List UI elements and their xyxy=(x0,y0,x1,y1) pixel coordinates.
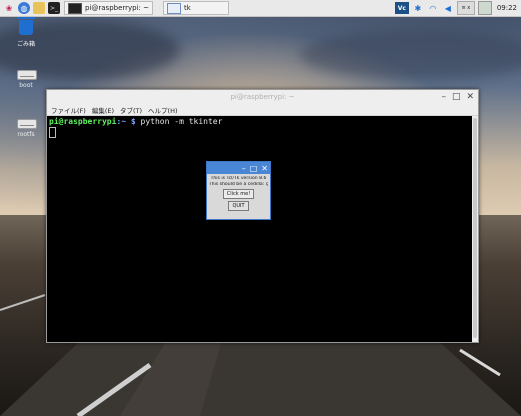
scrollbar-thumb[interactable] xyxy=(473,118,477,338)
terminal-menubar: ファイル(F) 編集(E) タブ(T) ヘルプ(H) xyxy=(47,104,478,116)
terminal-title: pi@raspberrypi: ~ xyxy=(230,93,295,101)
terminal-task-icon xyxy=(68,2,82,14)
tk-minimize-icon[interactable]: – xyxy=(242,164,246,173)
menu-edit[interactable]: 編集(E) xyxy=(92,105,114,115)
volume-icon[interactable]: ◀ xyxy=(442,2,454,14)
terminal-launcher-icon[interactable]: >_ xyxy=(48,2,60,14)
command-text: python -m tkinter xyxy=(140,117,223,126)
tk-close-icon[interactable]: ✕ xyxy=(261,164,268,173)
close-icon[interactable]: ✕ xyxy=(466,92,474,102)
file-manager-icon[interactable] xyxy=(33,2,45,14)
drive-icon xyxy=(17,119,37,129)
terminal-output[interactable]: pi@raspberrypi:~ $ python -m tkinter xyxy=(47,116,472,342)
cpu-monitor-icon xyxy=(477,1,492,15)
system-tray: Vc ✱ ◠ ◀ ≡ x 09:22 xyxy=(394,0,521,16)
tk-titlebar[interactable]: – □ ✕ xyxy=(207,162,270,174)
desktop-icon-label: rootfs xyxy=(17,131,35,138)
drive-icon xyxy=(17,70,37,80)
click-me-button[interactable]: Click me! xyxy=(222,189,255,199)
quit-button[interactable]: QUIT xyxy=(228,201,249,211)
minimize-icon[interactable]: – xyxy=(441,92,446,102)
taskbar-task-tk[interactable]: tk xyxy=(163,1,230,15)
tk-task-icon xyxy=(167,2,182,14)
text-cursor xyxy=(49,127,56,138)
trash-icon xyxy=(17,17,35,35)
keyboard-layout-icon[interactable]: ≡ x xyxy=(456,1,475,15)
vnc-icon[interactable]: Vc xyxy=(394,2,409,14)
desktop-icon-label: ごみ箱 xyxy=(16,41,35,48)
tk-maximize-icon[interactable]: □ xyxy=(250,164,258,173)
desktop-icon-label: boot xyxy=(19,82,33,89)
prompt-user: pi@raspberrypi xyxy=(49,117,117,126)
menu-help[interactable]: ヘルプ(H) xyxy=(148,105,177,115)
tk-cedilla-label: This should be a cedilla: ç xyxy=(208,182,269,187)
taskbar-task-label: pi@raspberrypi: ~ xyxy=(85,4,150,12)
wifi-icon[interactable]: ◠ xyxy=(427,2,439,14)
tk-version-label: This is Tcl/Tk version 8.6 xyxy=(210,176,267,181)
maximize-icon[interactable]: □ xyxy=(452,92,461,102)
raspberry-menu-icon[interactable]: ❀ xyxy=(3,2,15,14)
taskbar-task-label: tk xyxy=(184,4,191,12)
taskbar-task-terminal[interactable]: pi@raspberrypi: ~ xyxy=(64,1,154,15)
prompt-path: :~ $ xyxy=(116,117,141,126)
taskbar: ❀ ◍ >_ pi@raspberrypi: ~ tk Vc ✱ ◠ ◀ ≡ x… xyxy=(0,0,521,17)
menu-tabs[interactable]: タブ(T) xyxy=(120,105,142,115)
menu-file[interactable]: ファイル(F) xyxy=(51,105,86,115)
web-browser-icon[interactable]: ◍ xyxy=(18,2,30,14)
tk-window[interactable]: – □ ✕ This is Tcl/Tk version 8.6 This sh… xyxy=(206,161,271,220)
clock[interactable]: 09:22 xyxy=(497,4,517,12)
command-line: pi@raspberrypi:~ $ python -m tkinter xyxy=(49,117,222,126)
bluetooth-icon[interactable]: ✱ xyxy=(412,2,424,14)
terminal-scrollbar[interactable] xyxy=(472,116,478,342)
terminal-titlebar[interactable]: pi@raspberrypi: ~ – □ ✕ xyxy=(47,90,478,104)
